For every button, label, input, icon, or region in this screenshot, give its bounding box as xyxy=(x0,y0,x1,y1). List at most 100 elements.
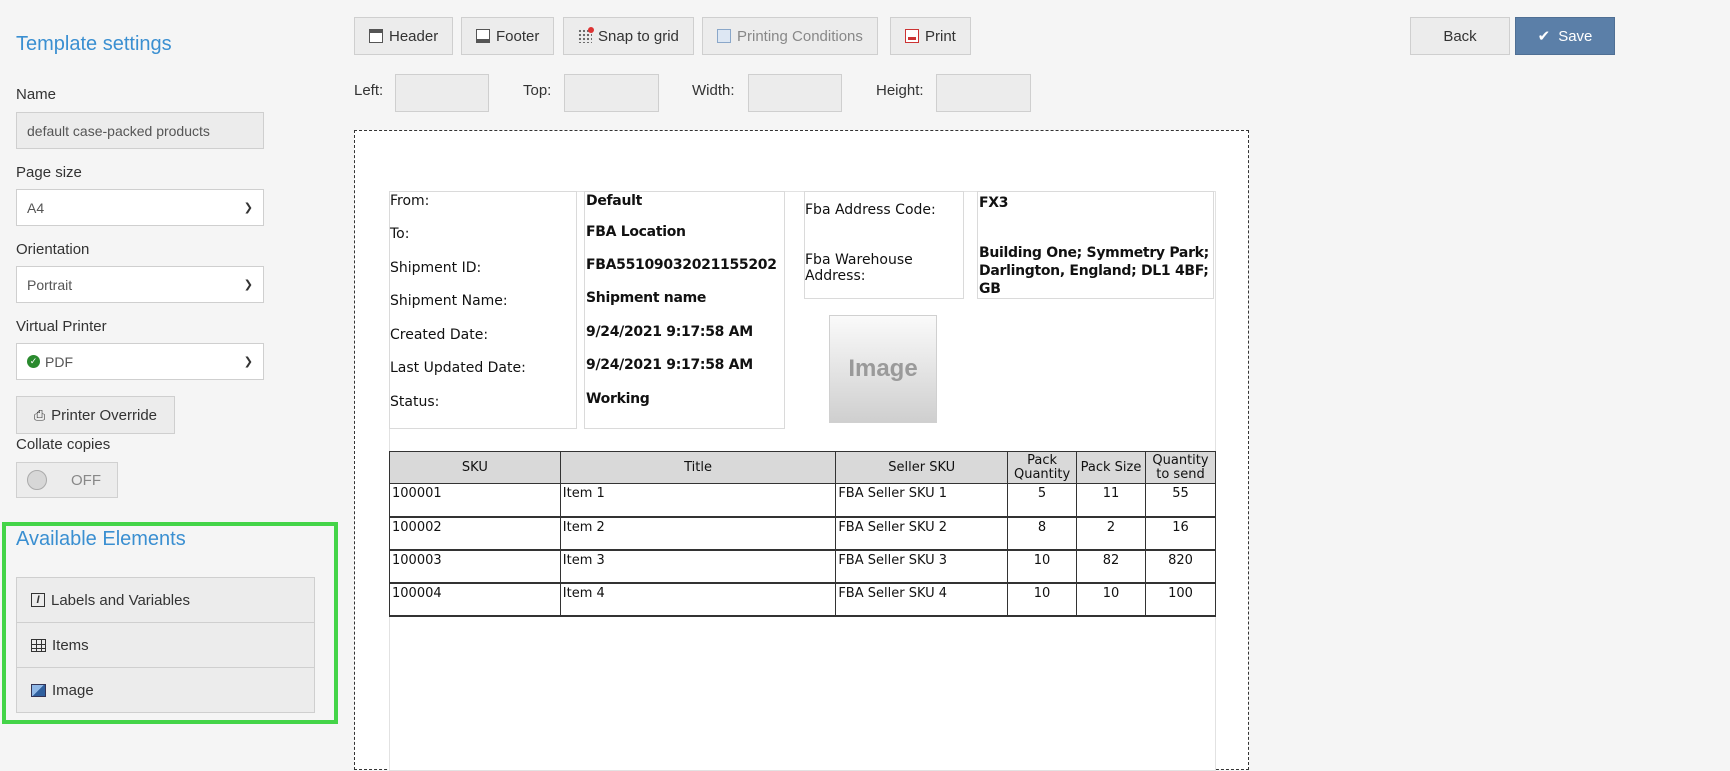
items-table[interactable]: SKU Title Seller SKU Pack Quantity Pack … xyxy=(389,451,1217,617)
items-label: Items xyxy=(52,636,89,654)
value-status: Working xyxy=(586,391,650,407)
collate-toggle[interactable]: OFF xyxy=(16,462,118,498)
column-header-quantity-to-send: Quantity to send xyxy=(1144,451,1217,484)
save-button[interactable]: ✔ Save xyxy=(1515,17,1615,55)
label-created-date: Created Date: xyxy=(390,327,489,343)
cell-title: Item 2 xyxy=(559,516,837,551)
back-button[interactable]: Back xyxy=(1410,17,1510,55)
fba-values-box[interactable]: FX3 Building One; Symmetry Park; Darling… xyxy=(977,191,1214,299)
labels-and-variables-button[interactable]: I Labels and Variables xyxy=(16,577,315,623)
cell-quantity-to-send: 16 xyxy=(1144,516,1217,551)
column-header-title: Title xyxy=(559,451,837,484)
shipment-values-box[interactable]: Default FBA Location FBA5510903202115520… xyxy=(584,191,785,429)
cell-pack-quantity: 10 xyxy=(1007,582,1078,617)
page-size-select[interactable]: A4 ❯ xyxy=(16,189,264,226)
header-button[interactable]: Header xyxy=(354,17,454,55)
label-status: Status: xyxy=(390,394,440,410)
cell-quantity-to-send: 55 xyxy=(1144,483,1217,518)
shipment-labels-box[interactable]: From: To: Shipment ID: Shipment Name: Cr… xyxy=(389,191,577,429)
label-variable-icon: I xyxy=(31,593,45,607)
name-field[interactable]: default case-packed products xyxy=(16,112,264,149)
height-label: Height: xyxy=(876,82,924,99)
printer-override-label: Printer Override xyxy=(51,406,158,424)
label-from: From: xyxy=(390,193,430,209)
name-value: default case-packed products xyxy=(27,122,210,139)
label-fba-warehouse: Fba Warehouse Address: xyxy=(805,252,913,284)
footer-button[interactable]: Footer xyxy=(461,17,555,55)
name-label: Name xyxy=(16,86,57,103)
image-label: Image xyxy=(52,681,94,699)
snap-to-grid-button[interactable]: Snap to grid xyxy=(563,17,694,55)
virtual-printer-current: ✓ PDF xyxy=(27,354,73,370)
snap-to-grid-label: Snap to grid xyxy=(598,27,679,45)
cell-pack-size: 11 xyxy=(1076,483,1146,518)
orientation-value: Portrait xyxy=(27,276,73,293)
print-button[interactable]: Print xyxy=(890,17,971,55)
left-input[interactable] xyxy=(395,74,489,112)
cell-seller-sku: FBA Seller SKU 2 xyxy=(835,516,1009,551)
image-button[interactable]: Image xyxy=(16,667,315,713)
orientation-select[interactable]: Portrait ❯ xyxy=(16,266,264,303)
column-header-seller-sku: Seller SKU xyxy=(835,451,1009,484)
image-placeholder[interactable]: Image xyxy=(829,315,937,423)
value-fba-warehouse: Building One; Symmetry Park; Darlington,… xyxy=(979,245,1209,297)
image-icon xyxy=(31,683,46,697)
print-label: Print xyxy=(925,27,956,45)
grid-icon xyxy=(578,27,594,43)
value-last-updated: 9/24/2021 9:17:58 AM xyxy=(586,357,753,373)
check-icon: ✔ xyxy=(1537,28,1551,45)
virtual-printer-select[interactable]: ✓ PDF ❯ xyxy=(16,343,264,380)
value-from: Default xyxy=(586,193,643,209)
virtual-printer-value: PDF xyxy=(45,353,73,370)
value-created-date: 9/24/2021 9:17:58 AM xyxy=(586,324,753,340)
footer-label: Footer xyxy=(496,27,540,45)
left-label: Left: xyxy=(354,82,384,99)
column-header-sku: SKU xyxy=(389,451,561,484)
cell-seller-sku: FBA Seller SKU 3 xyxy=(835,549,1009,584)
table-row: 100002 Item 2 FBA Seller SKU 2 8 2 16 xyxy=(389,516,1217,551)
header-icon xyxy=(369,29,383,43)
label-to: To: xyxy=(390,226,410,242)
cell-pack-quantity: 10 xyxy=(1007,549,1078,584)
chevron-down-icon: ❯ xyxy=(243,279,253,291)
cell-pack-quantity: 8 xyxy=(1007,516,1078,551)
top-input[interactable] xyxy=(564,74,659,112)
cell-title: Item 1 xyxy=(559,483,837,518)
items-button[interactable]: Items xyxy=(16,622,315,668)
cell-pack-size: 10 xyxy=(1076,582,1146,617)
cell-quantity-to-send: 820 xyxy=(1144,549,1217,584)
printer-icon: ⎙ xyxy=(33,406,46,423)
cell-quantity-to-send: 100 xyxy=(1144,582,1217,617)
table-row: 100003 Item 3 FBA Seller SKU 3 10 82 820 xyxy=(389,549,1217,584)
fba-labels-box[interactable]: Fba Address Code: Fba Warehouse Address: xyxy=(804,191,964,299)
label-fba-address-code: Fba Address Code: xyxy=(805,202,936,218)
value-shipment-name: Shipment name xyxy=(586,290,707,306)
table-row: 100001 Item 1 FBA Seller SKU 1 5 11 55 xyxy=(389,483,1217,518)
value-shipment-id: FBA55109032021155202 xyxy=(586,257,777,273)
table-header-row: SKU Title Seller SKU Pack Quantity Pack … xyxy=(389,451,1217,484)
labels-and-variables-label: Labels and Variables xyxy=(51,591,190,609)
width-input[interactable] xyxy=(748,74,842,112)
cell-sku: 100002 xyxy=(389,516,561,551)
label-shipment-name: Shipment Name: xyxy=(390,293,508,309)
cell-pack-quantity: 5 xyxy=(1007,483,1078,518)
value-to: FBA Location xyxy=(586,224,686,240)
virtual-printer-label: Virtual Printer xyxy=(16,318,107,335)
orientation-label: Orientation xyxy=(16,241,90,258)
cell-seller-sku: FBA Seller SKU 1 xyxy=(835,483,1009,518)
cell-pack-size: 2 xyxy=(1076,516,1146,551)
page-size-value: A4 xyxy=(27,199,45,216)
height-input[interactable] xyxy=(936,74,1031,112)
printing-conditions-button[interactable]: Printing Conditions xyxy=(702,17,878,55)
printing-conditions-label: Printing Conditions xyxy=(737,27,863,45)
value-fba-address-code: FX3 xyxy=(979,195,1009,211)
save-label: Save xyxy=(1558,27,1593,45)
table-icon xyxy=(31,638,46,652)
top-label: Top: xyxy=(523,82,552,99)
cell-pack-size: 82 xyxy=(1076,549,1146,584)
column-header-pack-quantity: Pack Quantity xyxy=(1007,451,1078,484)
label-shipment-id: Shipment ID: xyxy=(390,260,482,276)
pdf-icon xyxy=(905,29,919,43)
printer-override-button[interactable]: ⎙ Printer Override xyxy=(16,396,175,434)
chevron-down-icon: ❯ xyxy=(243,356,253,368)
